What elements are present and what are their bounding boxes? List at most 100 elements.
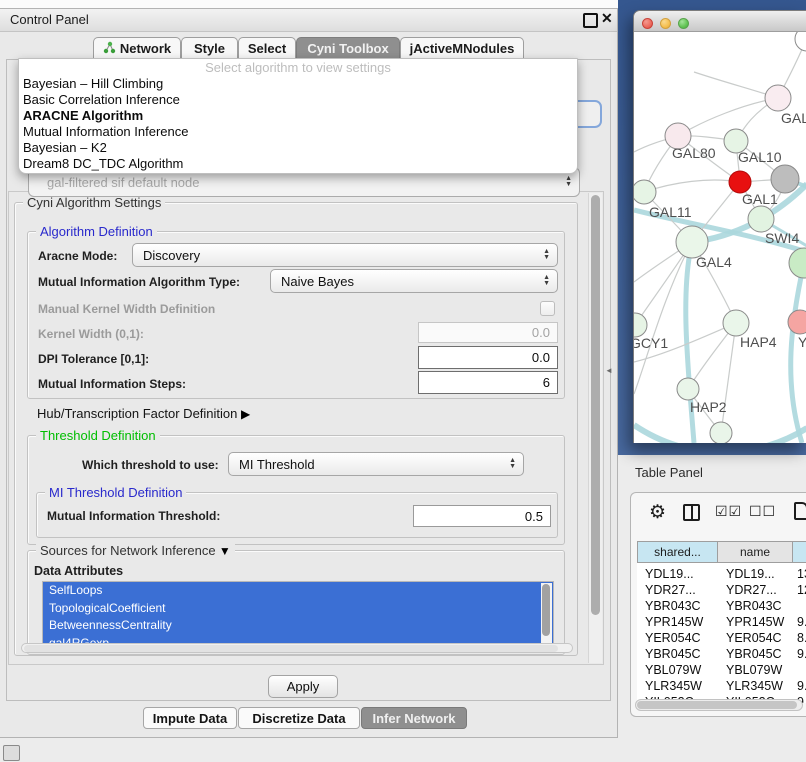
apply-button[interactable]: Apply	[268, 675, 338, 698]
network-canvas[interactable]: GAL GAL80 GAL10 GAL1 GAL11 SWI4 GAL4 GCY…	[634, 32, 806, 443]
mi-threshold-field[interactable]: 0.5	[413, 505, 551, 527]
cell: 12	[797, 583, 806, 597]
tab-discretize-data[interactable]: Discretize Data	[238, 707, 360, 729]
cell: YBR043C	[645, 599, 701, 613]
tab-jactivemnodules[interactable]: jActiveMNodules	[400, 37, 524, 59]
list-item[interactable]: TopologicalCoefficient	[43, 600, 553, 618]
mi-threshold-definition-group: MI Threshold Definition Mutual Informati…	[36, 492, 558, 538]
float-window-icon[interactable]	[583, 13, 598, 28]
zoom-traffic-light-icon[interactable]	[678, 18, 689, 29]
node-gray[interactable]	[771, 165, 799, 193]
which-threshold-combo[interactable]: MI Threshold ▲▼	[228, 452, 524, 476]
table-row[interactable]: YER054CYER054C8.	[637, 630, 806, 646]
popup-item-mutual-information[interactable]: Mutual Information Inference	[19, 124, 577, 140]
mi-type-combo[interactable]: Naive Bayes ▲▼	[270, 269, 558, 293]
column-header-name[interactable]: name	[718, 541, 793, 563]
list-item[interactable]: SelfLoops	[43, 582, 553, 600]
cell: YDR27...	[645, 583, 696, 597]
list-vertical-scrollbar[interactable]	[541, 583, 552, 651]
node[interactable]	[795, 32, 806, 51]
mi-threshold-definition-title: MI Threshold Definition	[45, 485, 186, 500]
node[interactable]	[765, 85, 791, 111]
node-gcy1[interactable]	[634, 313, 647, 337]
settings-scrollbar-thumb[interactable]	[591, 195, 600, 615]
close-traffic-light-icon[interactable]	[642, 18, 653, 29]
close-icon[interactable]: ✕	[601, 10, 613, 27]
popup-item-aracne[interactable]: ARACNE Algorithm	[19, 108, 577, 124]
expand-arrow-icon: ▶	[241, 407, 250, 421]
tab-network[interactable]: Network	[93, 37, 181, 59]
cyni-algorithm-settings-title: Cyni Algorithm Settings	[23, 195, 165, 210]
list-item[interactable]: BetweennessCentrality	[43, 617, 553, 635]
new-table-icon[interactable]	[794, 502, 806, 520]
sources-title-row[interactable]: Sources for Network Inference ▼	[36, 543, 235, 558]
dpi-tolerance-field[interactable]: 0.0	[418, 346, 558, 369]
network-window-titlebar[interactable]	[634, 11, 806, 32]
column-header-shared[interactable]: shared...	[637, 541, 718, 563]
minimized-panel-icon[interactable]	[3, 745, 20, 761]
hub-definition-expander[interactable]: Hub/Transcription Factor Definition ▶	[37, 406, 250, 421]
popup-item-bayesian-k2[interactable]: Bayesian – K2	[19, 140, 577, 156]
kernel-width-value: 0.0	[532, 325, 550, 340]
cell: YPR145W	[726, 615, 784, 629]
node-swi4[interactable]	[748, 206, 774, 232]
table-row[interactable]: YDL19...YDL19...13	[637, 566, 806, 582]
control-panel-title: Control Panel	[10, 12, 89, 27]
node-labels: GAL GAL80 GAL10 GAL1 GAL11 SWI4 GAL4 GCY…	[634, 110, 806, 415]
tab-infer-network[interactable]: Infer Network	[361, 707, 467, 729]
hide-columns-icon[interactable]: ☐☐	[749, 503, 776, 520]
mi-steps-field[interactable]: 6	[418, 371, 558, 394]
aracne-mode-label: Aracne Mode:	[38, 249, 117, 263]
table-row[interactable]: YBR043CYBR043C	[637, 598, 806, 614]
show-columns-icon[interactable]: ☑☑	[715, 503, 742, 520]
table-row[interactable]: YPR145WYPR145W9.	[637, 614, 806, 630]
table-horizontal-scrollbar[interactable]	[635, 699, 803, 711]
cell: YER054C	[726, 631, 782, 645]
tab-impute-data[interactable]: Impute Data	[143, 707, 237, 729]
tab-discretize-data-label: Discretize Data	[252, 711, 345, 726]
node-gal11[interactable]	[634, 180, 656, 204]
cytoscape-desktop: GAL GAL80 GAL10 GAL1 GAL11 SWI4 GAL4 GCY…	[618, 0, 806, 455]
node-hap2[interactable]	[677, 378, 699, 400]
mi-threshold-label: Mutual Information Threshold:	[47, 509, 220, 523]
table-hscrollbar-thumb[interactable]	[637, 701, 797, 709]
popup-item-bayesian-hill[interactable]: Bayesian – Hill Climbing	[19, 76, 577, 92]
kernel-width-field[interactable]: 0.0	[418, 322, 558, 343]
tab-style-label: Style	[194, 41, 225, 56]
mi-threshold-value: 0.5	[525, 509, 543, 524]
settings-horizontal-scrollbar[interactable]	[21, 643, 573, 653]
popup-item-dream8[interactable]: Dream8 DC_TDC Algorithm	[19, 156, 577, 172]
tab-select[interactable]: Select	[238, 37, 296, 59]
tab-cyni-toolbox[interactable]: Cyni Toolbox	[296, 37, 400, 59]
cell: YPR145W	[645, 615, 703, 629]
stepper-icon: ▲▼	[543, 275, 550, 287]
aracne-mode-combo[interactable]: Discovery ▲▼	[132, 243, 558, 267]
table-row[interactable]: YLR345WYLR345W9.	[637, 678, 806, 694]
node-label: GCY1	[634, 335, 668, 351]
control-panel-window: Control Panel ✕ Network Style Select Cyn…	[0, 8, 618, 738]
gear-icon[interactable]: ⚙	[649, 503, 666, 522]
cell: YBL079W	[645, 663, 701, 677]
table-row[interactable]: YDR27...YDR27...12	[637, 582, 806, 598]
table-row[interactable]: YBR045CYBR045C9.	[637, 646, 806, 662]
manual-kernel-checkbox[interactable]	[540, 301, 555, 316]
node-label: GAL10	[738, 149, 782, 165]
bottom-tab-bar: Impute Data Discretize Data Infer Networ…	[0, 707, 617, 731]
hub-definition-label: Hub/Transcription Factor Definition	[37, 406, 237, 421]
hscrollbar-thumb[interactable]	[24, 645, 558, 652]
cell: 13	[797, 567, 806, 581]
column-header-partial[interactable]	[793, 541, 806, 563]
node[interactable]	[710, 422, 732, 443]
column-split-icon[interactable]	[683, 504, 700, 521]
list-scrollbar-thumb[interactable]	[542, 584, 550, 636]
minimize-traffic-light-icon[interactable]	[660, 18, 671, 29]
popup-item-basic-correlation[interactable]: Basic Correlation Inference	[19, 92, 577, 108]
node-hap4[interactable]	[723, 310, 749, 336]
table-row[interactable]: YBL079WYBL079W	[637, 662, 806, 678]
mi-type-value: Naive Bayes	[271, 274, 354, 289]
node[interactable]	[789, 248, 806, 278]
panel-divider-collapse-icon[interactable]: ◄	[605, 366, 613, 375]
node-gal1-selected[interactable]	[729, 171, 751, 193]
tab-style[interactable]: Style	[181, 37, 238, 59]
settings-vertical-scrollbar[interactable]	[588, 193, 602, 663]
